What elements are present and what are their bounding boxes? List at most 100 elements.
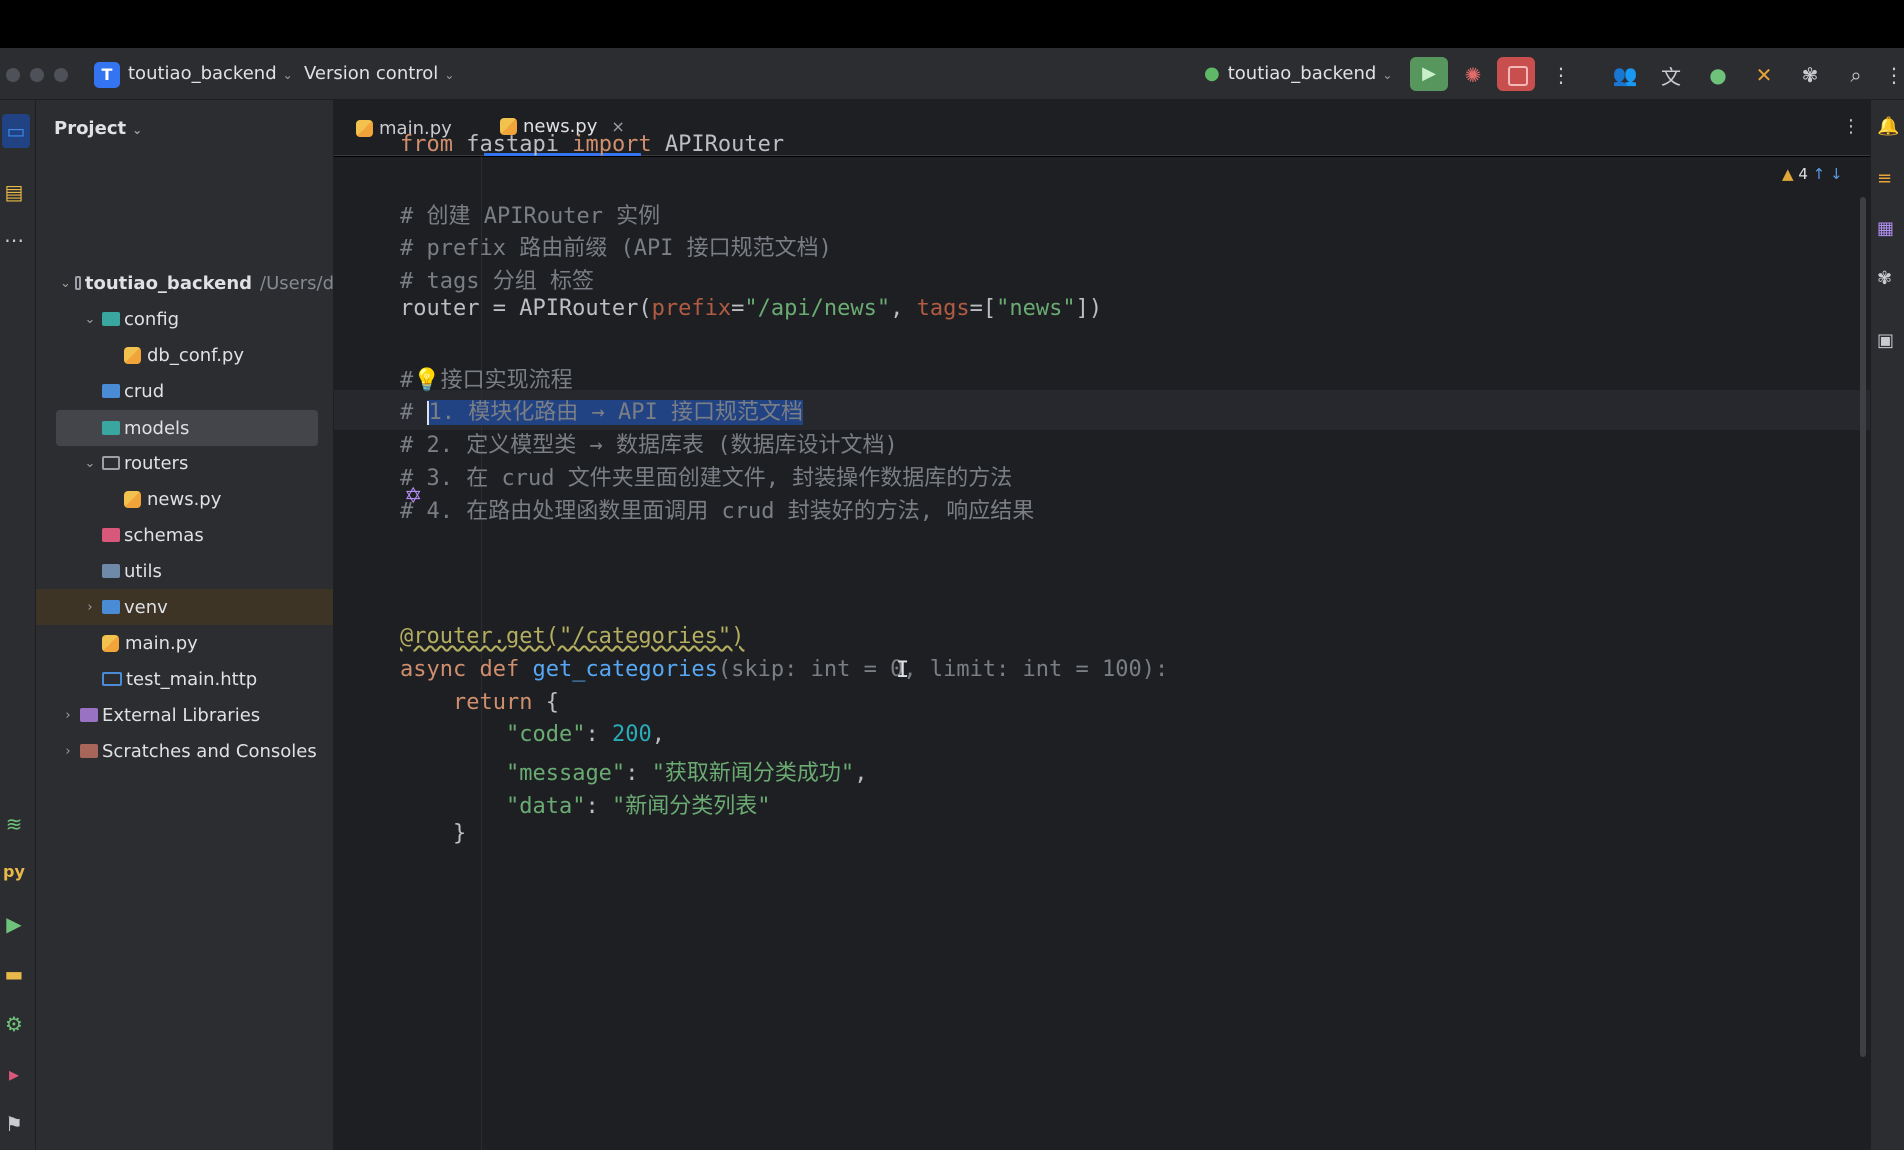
search-icon[interactable]: ⌕ [1841, 60, 1871, 90]
chevron-down-icon: ⌄ [84, 455, 96, 471]
database-tool-icon[interactable]: ≋ [0, 812, 28, 836]
current-line-highlight [334, 390, 1870, 431]
more-tools-icon[interactable]: ⋯ [0, 228, 28, 252]
folder-icon [102, 456, 120, 470]
tree-item-label: main.py [125, 632, 198, 654]
tree-item-news-py[interactable]: news.py [36, 481, 333, 517]
python-file-icon [124, 346, 141, 364]
http-file-icon [102, 672, 122, 686]
tree-item-label: routers [124, 452, 189, 474]
notifications-icon[interactable]: 🔔 [1877, 116, 1899, 137]
screen-top-bar [0, 0, 1904, 48]
bug-icon[interactable]: ⚑ [0, 1112, 28, 1136]
tools-icon[interactable]: ✕ [1749, 60, 1779, 90]
tree-item-label: schemas [124, 524, 204, 546]
folder-icon [102, 528, 120, 542]
python-file-icon [500, 118, 517, 135]
python-run-icon: ● [1204, 63, 1220, 84]
stop-button[interactable] [1497, 57, 1535, 91]
python-console-icon[interactable]: py [0, 862, 28, 881]
tree-item-label: Scratches and Consoles [102, 740, 317, 762]
project-switcher[interactable]: toutiao_backend ⌄ [128, 63, 293, 84]
project-tool-icon[interactable]: ▭ [2, 114, 30, 148]
right-tool-strip: 🔔 ≡ ▦ ✾ ▣ [1870, 100, 1904, 1150]
run-config-selector[interactable]: ● toutiao_backend ⌄ [1204, 63, 1392, 84]
tab-news-py[interactable]: news.py × [484, 100, 641, 156]
chevron-down-icon: ⌄ [1382, 68, 1393, 82]
tree-item-toutiao-backend[interactable]: ⌄ toutiao_backend/Users/d [36, 265, 334, 301]
ai-gutter-icon[interactable]: ✡ [404, 484, 422, 509]
python-file-icon [124, 490, 141, 508]
run-config-label: toutiao_backend [1227, 63, 1377, 84]
chevron-down-icon: ⌄ [84, 311, 96, 327]
title-bar: T toutiao_backend ⌄ Version control ⌄ ● tou… [0, 48, 1904, 100]
debug-icon[interactable]: ✺ [1458, 60, 1488, 90]
ai-icon[interactable]: ✾ [1877, 268, 1892, 289]
terminal-icon[interactable]: ▸ [0, 1062, 28, 1086]
settings-gear-icon[interactable]: ⚙ [0, 1012, 28, 1036]
table-icon[interactable]: ▦ [1877, 218, 1894, 239]
tab-main-py[interactable]: main.py [352, 100, 452, 156]
tree-item-routers[interactable]: ⌄ routers [36, 445, 333, 481]
tree-item-main-py[interactable]: main.py [36, 625, 333, 661]
tree-item-label: news.py [147, 488, 222, 510]
library-icon [80, 708, 98, 722]
left-tool-strip: ▭ ▤ ⋯ ≋ py ▶ ▬ ⚙ ▸ ⚑ [0, 100, 36, 1150]
tree-item-label: test_main.http [126, 668, 258, 690]
code-editor[interactable]: 1 2 3 4 5 6 7 8 9 10 11 12 13 14 15 16 1… [334, 157, 1870, 1150]
tree-item-scratches[interactable]: › Scratches and Consoles [36, 733, 333, 769]
tree-item-label: crud [124, 380, 165, 402]
run-button[interactable]: ▶ [1410, 57, 1448, 91]
endpoints-icon[interactable]: ▣ [1877, 330, 1894, 351]
mouse-text-cursor: I [896, 658, 910, 683]
tree-item-schemas[interactable]: schemas [36, 517, 333, 553]
services-icon[interactable]: ▶ [0, 912, 28, 936]
tree-item-label: External Libraries [102, 704, 261, 726]
tree-item-models[interactable]: models [56, 410, 318, 446]
chevron-down-icon: ⌄ [60, 275, 71, 291]
folder-icon [102, 384, 120, 398]
database-icon[interactable]: ≡ [1877, 168, 1892, 189]
window-zoom-button[interactable] [54, 68, 68, 82]
tree-item-label: toutiao_backend [84, 272, 253, 294]
tree-item-external-libraries[interactable]: › External Libraries [36, 697, 333, 733]
tab-label: news.py [523, 116, 598, 137]
window-minimize-button[interactable] [30, 68, 44, 82]
window-close-button[interactable] [6, 68, 20, 82]
project-panel-title: Project [54, 118, 127, 139]
more-icon[interactable]: ⋮ [1546, 60, 1576, 90]
project-name: toutiao_backend [128, 63, 277, 84]
tree-item-db-conf[interactable]: db_conf.py [36, 337, 333, 373]
folder-icon [74, 276, 81, 290]
tab-label: main.py [379, 117, 452, 139]
project-badge[interactable]: T [94, 62, 120, 88]
overflow-icon[interactable]: ⋮ [1884, 60, 1904, 90]
close-icon[interactable]: × [611, 117, 624, 136]
tree-item-test-main-http[interactable]: test_main.http [36, 661, 333, 697]
record-icon[interactable]: ● [1703, 60, 1733, 90]
tree-item-config[interactable]: ⌄ config [36, 301, 333, 337]
tab-options-icon[interactable]: ⋮ [1842, 116, 1860, 137]
folder-icon [102, 600, 120, 614]
ai-assistant-icon[interactable]: ✾ [1795, 60, 1825, 90]
project-panel-header[interactable]: Project ⌄ [54, 118, 142, 139]
problems-icon[interactable]: ▬ [0, 962, 28, 986]
python-file-icon [356, 119, 373, 137]
gutter-divider [481, 157, 482, 1150]
tree-item-venv[interactable]: › venv [36, 589, 333, 625]
collab-icon[interactable]: 👥 [1610, 60, 1640, 90]
tree-item-utils[interactable]: utils [36, 553, 333, 589]
folder-icon [102, 421, 120, 435]
tree-item-label: utils [124, 560, 162, 582]
chevron-down-icon: ⌄ [444, 68, 455, 82]
tree-item-label: config [124, 308, 180, 330]
version-control-menu[interactable]: Version control ⌄ [304, 63, 454, 84]
tree-item-label: db_conf.py [147, 344, 244, 366]
tree-item-path: /Users/d [260, 272, 334, 294]
chevron-down-icon: ⌄ [132, 123, 143, 137]
folder-icon [102, 312, 120, 326]
project-panel: Project ⌄ ⌄ toutiao_backend/Users/d ⌄ confi… [36, 100, 334, 1150]
structure-tool-icon[interactable]: ▤ [0, 180, 28, 204]
tree-item-crud[interactable]: crud [36, 373, 333, 409]
translate-icon[interactable]: 文 [1656, 60, 1686, 90]
